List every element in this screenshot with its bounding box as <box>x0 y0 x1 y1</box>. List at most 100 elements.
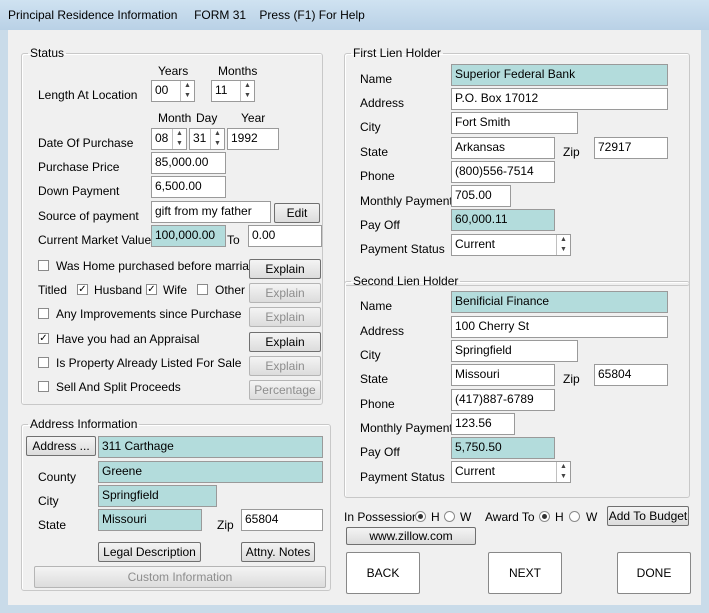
possession-h-label: H <box>431 510 440 524</box>
source-of-payment-input[interactable]: gift from my father <box>151 201 271 223</box>
wife-checkbox[interactable]: ✓ <box>146 284 157 295</box>
award-h-radio[interactable] <box>539 511 550 522</box>
month-header: Month <box>158 111 192 125</box>
address-city-input[interactable]: Springfield <box>98 485 217 507</box>
first-lien-status-label: Payment Status <box>360 242 445 256</box>
second-lien-monthly-label: Monthly Payment <box>360 421 453 435</box>
first-lien-status-input[interactable]: Current <box>451 234 571 256</box>
appraisal-checkbox[interactable]: ✓ <box>38 333 49 344</box>
possession-w-label: W <box>460 510 472 524</box>
attorney-notes-button[interactable]: Attny. Notes <box>241 542 315 562</box>
done-button[interactable]: DONE <box>617 552 691 594</box>
address-state-label: State <box>38 518 67 532</box>
source-of-payment-label: Source of payment <box>38 209 139 223</box>
percentage-button[interactable]: Percentage <box>249 380 321 400</box>
first-lien-state-label: State <box>360 145 389 159</box>
listed-for-sale-checkbox[interactable] <box>38 357 49 368</box>
husband-checkbox[interactable]: ✓ <box>77 284 88 295</box>
possession-w-radio[interactable] <box>444 511 455 522</box>
first-lien-zip-input[interactable]: 72917 <box>594 137 668 159</box>
explain-titled-button[interactable]: Explain <box>249 283 321 303</box>
second-lien-payoff-label: Pay Off <box>360 445 400 459</box>
purchase-price-input[interactable]: 85,000.00 <box>151 152 226 174</box>
years-header: Years <box>158 64 189 78</box>
back-button[interactable]: BACK <box>346 552 420 594</box>
market-value-input[interactable]: 100,000.00 <box>151 225 226 247</box>
market-value-to-input[interactable]: 0.00 <box>248 225 322 247</box>
second-lien-phone-input[interactable]: (417)887-6789 <box>451 389 555 411</box>
first-lien-address-input[interactable]: P.O. Box 17012 <box>451 88 668 110</box>
first-lien-name-input[interactable]: Superior Federal Bank <box>451 64 668 86</box>
second-lien-status-input[interactable]: Current <box>451 461 571 483</box>
window: Principal Residence Information FORM 31 … <box>0 0 709 613</box>
market-value-to-label: To <box>227 233 240 247</box>
appraisal-label: Have you had an Appraisal <box>56 332 200 346</box>
explain-improvements-button[interactable]: Explain <box>249 307 321 327</box>
address-city-label: City <box>38 494 59 508</box>
county-input[interactable]: Greene <box>98 461 323 483</box>
second-lien-city-input[interactable]: Springfield <box>451 340 578 362</box>
first-lien-city-label: City <box>360 120 381 134</box>
address-zip-label: Zip <box>217 518 234 532</box>
second-lien-zip-input[interactable]: 65804 <box>594 364 668 386</box>
sell-split-checkbox[interactable] <box>38 381 49 392</box>
next-button[interactable]: NEXT <box>488 552 562 594</box>
second-lien-status-label: Payment Status <box>360 470 445 484</box>
street-input[interactable]: 311 Carthage <box>98 436 323 458</box>
award-h-label: H <box>555 510 564 524</box>
edit-source-button[interactable]: Edit <box>274 203 320 223</box>
length-months-spinner[interactable]: ▲ ▼ <box>240 81 254 101</box>
first-lien-monthly-input[interactable]: 705.00 <box>451 185 511 207</box>
explain-listed-button[interactable]: Explain <box>249 356 321 376</box>
possession-h-radio[interactable] <box>415 511 426 522</box>
in-possession-label: In Possession <box>344 510 419 524</box>
first-lien-payoff-input[interactable]: 60,000.11 <box>451 209 555 231</box>
listed-for-sale-label: Is Property Already Listed For Sale <box>56 356 242 370</box>
second-lien-name-label: Name <box>360 299 393 313</box>
before-marriage-checkbox[interactable] <box>38 260 49 271</box>
purchase-day-spinner[interactable]: ▲ ▼ <box>210 129 224 149</box>
other-checkbox[interactable] <box>197 284 208 295</box>
form-client-area: Status Years Months Length At Location 0… <box>8 30 701 605</box>
husband-label: Husband <box>94 283 143 297</box>
date-of-purchase-label: Date Of Purchase <box>38 136 134 150</box>
second-lien-phone-label: Phone <box>360 397 395 411</box>
address-button[interactable]: Address ... <box>26 436 96 456</box>
second-lien-zip-label: Zip <box>563 372 580 386</box>
down-payment-label: Down Payment <box>38 184 120 198</box>
before-marriage-label: Was Home purchased before marriage <box>56 259 263 273</box>
first-lien-zip-label: Zip <box>563 145 580 159</box>
improvements-checkbox[interactable] <box>38 308 49 319</box>
first-lien-payoff-label: Pay Off <box>360 218 400 232</box>
purchase-year-input[interactable]: 1992 <box>227 128 279 150</box>
other-label: Other <box>215 283 246 297</box>
first-lien-phone-input[interactable]: (800)556-7514 <box>451 161 555 183</box>
address-state-input[interactable]: Missouri <box>98 509 202 531</box>
add-to-budget-button[interactable]: Add To Budget <box>607 506 689 526</box>
custom-information-button[interactable]: Custom Information <box>34 566 326 588</box>
explain-before-marriage-button[interactable]: Explain <box>249 259 321 279</box>
first-lien-phone-label: Phone <box>360 169 395 183</box>
explain-appraisal-button[interactable]: Explain <box>249 332 321 352</box>
months-header: Months <box>218 64 258 78</box>
down-payment-input[interactable]: 6,500.00 <box>151 176 226 198</box>
purchase-month-spinner[interactable]: ▲ ▼ <box>172 129 186 149</box>
first-lien-status-spinner[interactable]: ▲ ▼ <box>556 235 570 255</box>
second-lien-monthly-input[interactable]: 123.56 <box>451 413 515 435</box>
second-lien-name-input[interactable]: Benificial Finance <box>451 291 668 313</box>
legal-description-button[interactable]: Legal Description <box>98 542 201 562</box>
second-lien-address-label: Address <box>360 324 405 338</box>
second-lien-payoff-input[interactable]: 5,750.50 <box>451 437 555 459</box>
titled-label: Titled <box>38 283 67 297</box>
zillow-button[interactable]: www.zillow.com <box>346 527 476 545</box>
first-lien-city-input[interactable]: Fort Smith <box>451 112 578 134</box>
title-bar: Principal Residence Information FORM 31 … <box>0 0 709 30</box>
first-lien-state-input[interactable]: Arkansas <box>451 137 555 159</box>
second-lien-state-input[interactable]: Missouri <box>451 364 555 386</box>
second-lien-status-spinner[interactable]: ▲ ▼ <box>556 462 570 482</box>
year-header: Year <box>241 111 266 125</box>
second-lien-address-input[interactable]: 100 Cherry St <box>451 316 668 338</box>
address-zip-input[interactable]: 65804 <box>241 509 323 531</box>
award-w-radio[interactable] <box>569 511 580 522</box>
length-years-spinner[interactable]: ▲ ▼ <box>180 81 194 101</box>
